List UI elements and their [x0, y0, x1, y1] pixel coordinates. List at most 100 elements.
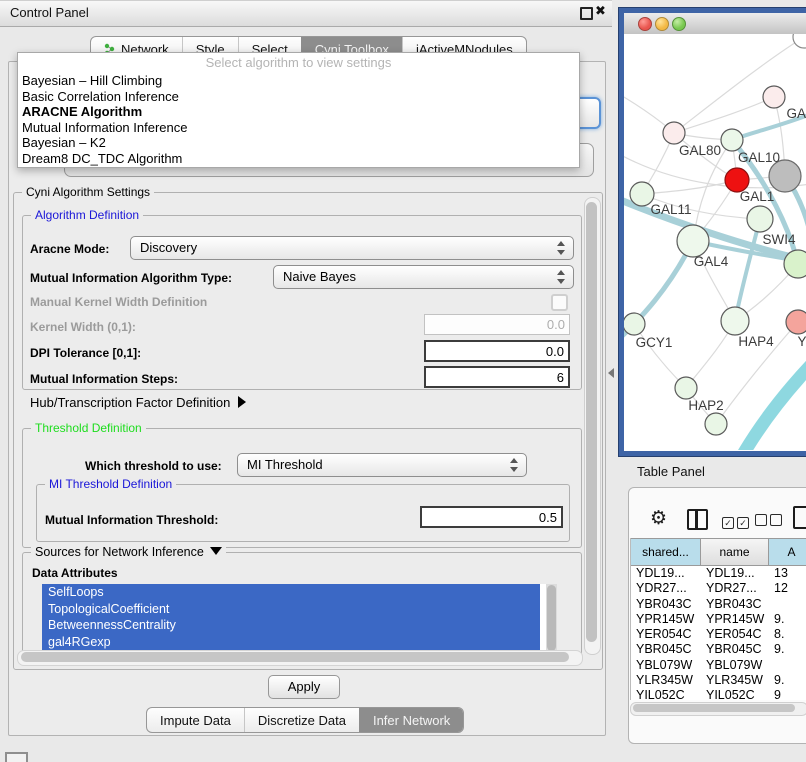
node-table: shared... name A YDL19... YDL19... 13 YD…: [630, 538, 806, 700]
network-canvas[interactable]: GALGAL80GAL10GAL1GAL11SWI4GAL4GCY1HAP4YH…: [624, 34, 806, 451]
close-panel-icon[interactable]: ✖: [595, 3, 606, 19]
manual-kernel-width-label: Manual Kernel Width Definition: [30, 295, 207, 309]
network-node-label: GAL: [786, 106, 806, 121]
attribute-item-selected[interactable]: BetweennessCentrality: [42, 617, 540, 634]
hub-definition-expander[interactable]: Hub/Transcription Factor Definition: [30, 395, 246, 410]
network-node[interactable]: [763, 86, 785, 108]
network-window-titlebar[interactable]: [624, 13, 806, 35]
network-node-label: GAL11: [650, 202, 691, 217]
which-threshold-label: Which threshold to use:: [85, 459, 222, 473]
network-node-label: HAP4: [738, 334, 774, 349]
network-node[interactable]: [677, 225, 709, 257]
column-header-partial[interactable]: A: [769, 539, 806, 565]
network-node-label: HAP2: [688, 398, 723, 413]
panel-grip[interactable]: [5, 752, 28, 762]
column-visibility-icon[interactable]: [687, 509, 708, 530]
bottom-tabs: Impute Data Discretize Data Infer Networ…: [146, 707, 464, 733]
manual-kernel-width-checkbox: [551, 294, 568, 311]
table-row[interactable]: YDR27... YDR27... 12: [631, 581, 806, 596]
stepper-arrows-icon: [557, 270, 565, 284]
mi-threshold-label: Mutual Information Threshold:: [45, 513, 218, 527]
minimize-window-button[interactable]: [655, 17, 669, 31]
network-node-label: GCY1: [636, 335, 673, 350]
network-node[interactable]: [705, 413, 727, 435]
tab-infer-network[interactable]: Infer Network: [359, 708, 463, 732]
algorithm-definition-title: Algorithm Definition: [31, 208, 143, 222]
settings-vertical-scrollbar[interactable]: [584, 197, 601, 655]
aracne-mode-label: Aracne Mode:: [30, 242, 109, 256]
attribute-list-scrollbar[interactable]: [546, 584, 557, 654]
zoom-window-button[interactable]: [672, 17, 686, 31]
table-row[interactable]: YBR045C YBR045C 9.: [631, 642, 806, 657]
network-node[interactable]: [784, 250, 806, 278]
mi-steps-input[interactable]: [424, 366, 570, 388]
network-node-label: GAL4: [694, 254, 729, 269]
sources-title[interactable]: Sources for Network Inference: [31, 545, 226, 559]
network-view-window: GALGAL80GAL10GAL1GAL11SWI4GAL4GCY1HAP4YH…: [619, 8, 806, 456]
network-node[interactable]: [624, 313, 645, 335]
table-header: shared... name A: [631, 538, 806, 566]
dropdown-prompt: Select algorithm to view settings: [18, 53, 579, 73]
network-node-label: GAL10: [738, 150, 780, 165]
network-node[interactable]: [721, 307, 749, 335]
network-node[interactable]: [721, 129, 743, 151]
column-header-shared-name[interactable]: shared...: [631, 539, 701, 565]
table-row[interactable]: YIL052C YIL052C 9: [631, 688, 806, 700]
network-node[interactable]: [663, 122, 685, 144]
dropdown-item[interactable]: Bayesian – K2: [18, 135, 579, 151]
float-panel-icon[interactable]: [580, 7, 593, 20]
which-threshold-combo[interactable]: MI Threshold: [237, 453, 527, 477]
mi-threshold-input[interactable]: [420, 506, 563, 528]
dropdown-item[interactable]: Basic Correlation Inference: [18, 89, 579, 105]
table-row[interactable]: YBL079W YBL079W: [631, 658, 806, 673]
network-canvas-svg: GALGAL80GAL10GAL1GAL11SWI4GAL4GCY1HAP4YH…: [624, 34, 806, 450]
control-panel-titlebar: Control Panel ✖: [0, 0, 612, 27]
stepper-arrows-icon: [557, 241, 565, 255]
table-panel-title: Table Panel: [637, 464, 705, 479]
table-horizontal-scrollbar[interactable]: [630, 702, 806, 716]
settings-horizontal-scrollbar[interactable]: [17, 650, 583, 666]
table-settings-gear-icon[interactable]: ⚙: [650, 507, 667, 530]
dropdown-item[interactable]: Mutual Information Inference: [18, 120, 579, 136]
dropdown-item[interactable]: Dream8 DC_TDC Algorithm: [18, 151, 579, 167]
attribute-item-selected[interactable]: gal4RGexp: [42, 634, 540, 651]
table-row[interactable]: YDL19... YDL19... 13: [631, 566, 806, 581]
column-header-name[interactable]: name: [701, 539, 769, 565]
network-node[interactable]: [747, 206, 773, 232]
expander-arrow-right-icon: [238, 396, 246, 408]
algorithm-dropdown-popup: Select algorithm to view settings Bayesi…: [17, 52, 580, 168]
network-node[interactable]: [675, 377, 697, 399]
dropdown-item[interactable]: ARACNE Algorithm: [18, 104, 579, 120]
network-node-label: GAL80: [679, 143, 721, 158]
mi-steps-label: Mutual Information Steps:: [30, 372, 178, 386]
settings-group-title: Cyni Algorithm Settings: [22, 185, 154, 199]
tab-impute-data[interactable]: Impute Data: [147, 708, 244, 732]
table-row[interactable]: YER054C YER054C 8.: [631, 627, 806, 642]
split-pane-collapse-handle[interactable]: [608, 368, 614, 378]
network-node[interactable]: [793, 34, 806, 48]
mi-algorithm-type-label: Mutual Information Algorithm Type:: [30, 271, 232, 285]
close-window-button[interactable]: [638, 17, 652, 31]
data-attributes-label: Data Attributes: [32, 566, 118, 580]
table-row[interactable]: YLR345W YLR345W 9.: [631, 673, 806, 688]
dropdown-item[interactable]: Bayesian – Hill Climbing: [18, 73, 579, 89]
select-all-checkboxes-icon[interactable]: ✓✓: [722, 513, 752, 531]
network-node-label: GAL1: [740, 189, 775, 204]
attribute-item-selected[interactable]: TopologicalCoefficient: [42, 601, 540, 618]
stepper-arrows-icon: [510, 458, 518, 472]
aracne-mode-combo[interactable]: Discovery: [130, 236, 574, 260]
tab-discretize-data[interactable]: Discretize Data: [244, 708, 359, 732]
mi-algorithm-type-combo[interactable]: Naive Bayes: [273, 265, 574, 289]
deselect-all-checkboxes-icon[interactable]: [755, 513, 785, 531]
threshold-definition-title: Threshold Definition: [31, 421, 146, 435]
data-attributes-list: SelfLoopsTopologicalCoefficientBetweenne…: [42, 584, 557, 654]
apply-button[interactable]: Apply: [268, 675, 340, 699]
table-row[interactable]: YBR043C YBR043C: [631, 597, 806, 612]
dpi-tolerance-input[interactable]: [424, 340, 570, 362]
kernel-width-input: [424, 314, 570, 335]
network-node[interactable]: [786, 310, 806, 334]
attribute-item-selected[interactable]: SelfLoops: [42, 584, 540, 601]
table-row[interactable]: YPR145W YPR145W 9.: [631, 612, 806, 627]
dpi-tolerance-label: DPI Tolerance [0,1]:: [30, 346, 141, 360]
export-table-icon[interactable]: [793, 506, 806, 529]
